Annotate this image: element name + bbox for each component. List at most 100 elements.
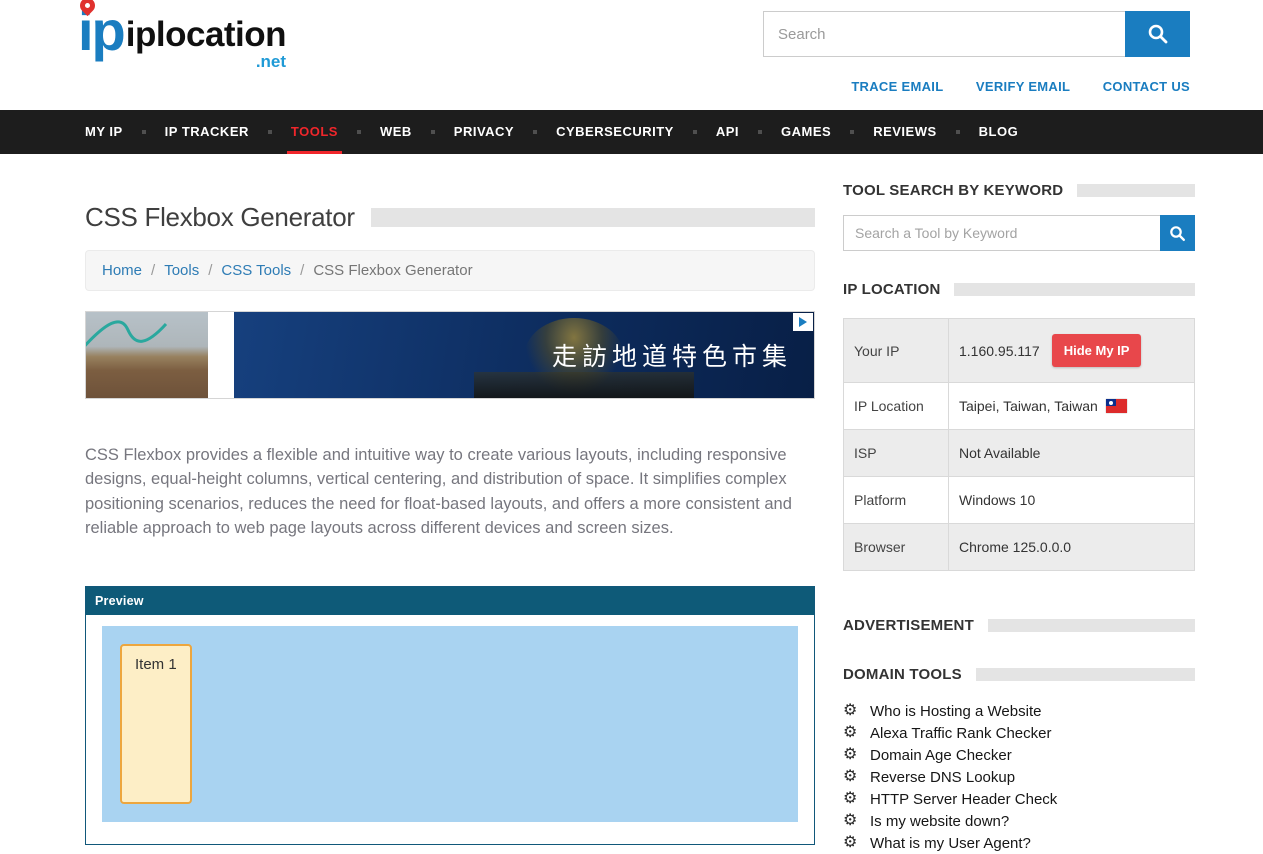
trace-email-link[interactable]: TRACE EMAIL xyxy=(851,79,943,94)
gear-icon: ⚙ xyxy=(843,703,859,719)
table-row: IP Location Taipei, Taiwan, Taiwan xyxy=(844,383,1195,430)
gear-icon: ⚙ xyxy=(843,813,859,829)
domain-tool-http-header[interactable]: ⚙ HTTP Server Header Check xyxy=(843,788,1195,810)
your-ip-value: 1.160.95.117 xyxy=(959,343,1040,359)
ad-banner-gap xyxy=(208,312,234,398)
nav-item-api: API xyxy=(716,110,781,154)
nav-link-privacy[interactable]: PRIVACY xyxy=(454,110,514,154)
ip-row-label: IP Location xyxy=(844,383,949,430)
site-header: ip iplocation .net TRACE EMAIL VERIFY EM… xyxy=(0,0,1263,110)
breadcrumb-home-link[interactable]: Home xyxy=(102,262,142,279)
page-title: CSS Flexbox Generator xyxy=(85,202,355,233)
nav-link-my-ip[interactable]: MY IP xyxy=(85,110,123,154)
nav-item-privacy: PRIVACY xyxy=(454,110,556,154)
search-icon xyxy=(1169,225,1186,242)
platform-value: Windows 10 xyxy=(949,477,1195,524)
tool-search xyxy=(843,215,1195,251)
ad-banner-text: 走訪地道特色市集 xyxy=(552,337,792,373)
heading-decoration-bar xyxy=(954,283,1195,296)
breadcrumb-tools-link[interactable]: Tools xyxy=(164,262,199,279)
search-icon xyxy=(1147,23,1169,45)
tool-search-heading: TOOL SEARCH BY KEYWORD xyxy=(843,182,1063,199)
domain-tools-heading-row: DOMAIN TOOLS xyxy=(843,666,1195,683)
heading-decoration-bar xyxy=(1077,184,1195,197)
isp-value: Not Available xyxy=(949,430,1195,477)
flex-preview-item[interactable]: Item 1 xyxy=(120,644,192,804)
header-links: TRACE EMAIL VERIFY EMAIL CONTACT US xyxy=(763,78,1190,96)
main-nav: MY IP IP TRACKER TOOLS WEB PRIVACY CYBER… xyxy=(0,110,1263,154)
logo-wordmark: iplocation .net xyxy=(126,17,286,56)
table-row: Platform Windows 10 xyxy=(844,477,1195,524)
ip-row-value-cell: Taipei, Taiwan, Taiwan xyxy=(949,383,1195,430)
site-search xyxy=(763,11,1190,57)
nav-link-games[interactable]: GAMES xyxy=(781,110,831,154)
breadcrumb-css-tools-link[interactable]: CSS Tools xyxy=(221,262,291,279)
table-row: ISP Not Available xyxy=(844,430,1195,477)
gear-icon: ⚙ xyxy=(843,769,859,785)
nav-link-blog[interactable]: BLOG xyxy=(979,110,1019,154)
logo[interactable]: ip iplocation .net xyxy=(78,6,286,56)
domain-tool-domain-age[interactable]: ⚙ Domain Age Checker xyxy=(843,744,1195,766)
gear-icon: ⚙ xyxy=(843,835,859,851)
ip-location-table: Your IP 1.160.95.117 Hide My IP IP Locat… xyxy=(843,318,1195,571)
gear-icon: ⚙ xyxy=(843,725,859,741)
domain-tool-website-down[interactable]: ⚙ Is my website down? xyxy=(843,810,1195,832)
domain-tool-who-is-hosting[interactable]: ⚙ Who is Hosting a Website xyxy=(843,700,1195,722)
advertisement-heading-row: ADVERTISEMENT xyxy=(843,617,1195,634)
verify-email-link[interactable]: VERIFY EMAIL xyxy=(976,79,1070,94)
nav-item-web: WEB xyxy=(380,110,454,154)
nav-item-blog: BLOG xyxy=(979,110,1019,154)
nav-link-web[interactable]: WEB xyxy=(380,110,412,154)
domain-tool-user-agent[interactable]: ⚙ What is my User Agent? xyxy=(843,832,1195,854)
tool-search-button[interactable] xyxy=(1160,215,1195,251)
heading-decoration-bar xyxy=(988,619,1195,632)
nav-link-ip-tracker[interactable]: IP TRACKER xyxy=(165,110,249,154)
nav-item-games: GAMES xyxy=(781,110,873,154)
ip-location-heading: IP LOCATION xyxy=(843,281,940,298)
breadcrumb: Home / Tools / CSS Tools / CSS Flexbox G… xyxy=(85,250,815,291)
ip-row-value-cell: 1.160.95.117 Hide My IP xyxy=(949,319,1195,383)
nav-item-ip-tracker: IP TRACKER xyxy=(165,110,291,154)
breadcrumb-current: CSS Flexbox Generator xyxy=(313,262,472,279)
nav-link-reviews[interactable]: REVIEWS xyxy=(873,110,936,154)
domain-tool-alexa-rank[interactable]: ⚙ Alexa Traffic Rank Checker xyxy=(843,722,1195,744)
content: CSS Flexbox Generator Home / Tools / CSS… xyxy=(0,154,1263,854)
title-decoration-bar xyxy=(371,208,815,227)
preview-panel-header: Preview xyxy=(86,587,814,615)
hide-my-ip-button[interactable]: Hide My IP xyxy=(1052,334,1142,367)
logo-brand-text: iplocation xyxy=(126,15,286,54)
main-column: CSS Flexbox Generator Home / Tools / CSS… xyxy=(85,154,815,854)
logo-tld: .net xyxy=(256,53,286,70)
breadcrumb-separator: / xyxy=(151,262,155,279)
advertisement-heading: ADVERTISEMENT xyxy=(843,617,974,634)
ad-banner-left-image xyxy=(86,312,208,398)
gear-icon: ⚙ xyxy=(843,791,859,807)
nav-link-cybersecurity[interactable]: CYBERSECURITY xyxy=(556,110,674,154)
page-title-row: CSS Flexbox Generator xyxy=(85,202,815,233)
taiwan-flag-icon xyxy=(1106,399,1127,413)
ad-banner[interactable]: 走訪地道特色市集 xyxy=(85,311,815,399)
nav-item-cybersecurity: CYBERSECURITY xyxy=(556,110,716,154)
ip-row-label: ISP xyxy=(844,430,949,477)
nav-link-tools[interactable]: TOOLS xyxy=(291,110,338,154)
tool-search-input[interactable] xyxy=(843,215,1160,251)
ip-row-label: Your IP xyxy=(844,319,949,383)
ad-banner-image: 走訪地道特色市集 xyxy=(234,312,814,398)
contact-us-link[interactable]: CONTACT US xyxy=(1103,79,1190,94)
site-search-input[interactable] xyxy=(763,11,1125,57)
nav-item-reviews: REVIEWS xyxy=(873,110,978,154)
sidebar: TOOL SEARCH BY KEYWORD IP LOCATION Your … xyxy=(843,154,1195,854)
site-search-button[interactable] xyxy=(1125,11,1190,57)
breadcrumb-separator: / xyxy=(208,262,212,279)
domain-tool-reverse-dns[interactable]: ⚙ Reverse DNS Lookup xyxy=(843,766,1195,788)
ad-choices-icon[interactable] xyxy=(793,313,813,331)
ad-decoration-curve xyxy=(86,312,208,352)
nav-link-api[interactable]: API xyxy=(716,110,739,154)
preview-panel-body: Item 1 xyxy=(86,615,814,844)
logo-ip-mark: ip xyxy=(78,6,124,56)
page-description: CSS Flexbox provides a flexible and intu… xyxy=(85,443,797,540)
ip-location-heading-row: IP LOCATION xyxy=(843,281,1195,298)
nav-item-my-ip: MY IP xyxy=(85,110,165,154)
domain-tools-list: ⚙ Who is Hosting a Website ⚙ Alexa Traff… xyxy=(843,700,1195,854)
ip-row-label: Browser xyxy=(844,524,949,571)
